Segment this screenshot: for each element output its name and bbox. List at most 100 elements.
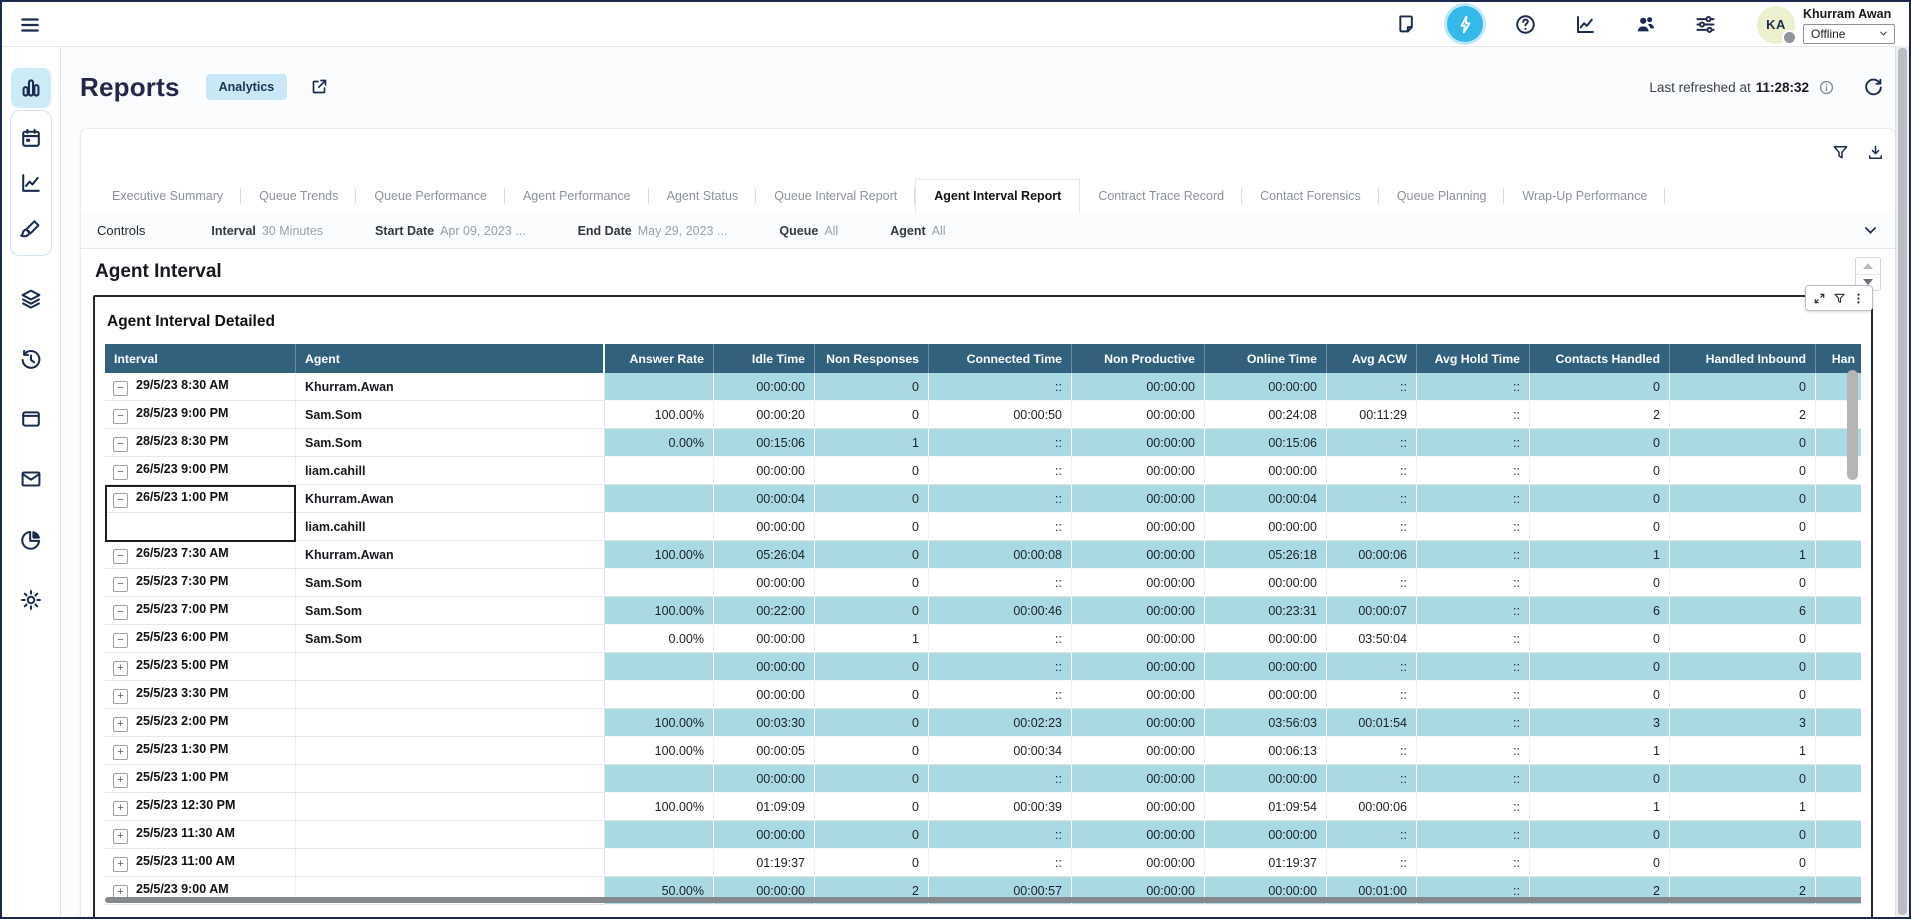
cell-contacts-handled[interactable]: 0 [1530,849,1670,877]
cell-answer-rate[interactable] [605,821,714,849]
expand-row-icon[interactable]: + [113,661,128,676]
cell-non-productive[interactable]: 00:00:00 [1072,457,1205,485]
cell-non-productive[interactable]: 00:00:00 [1072,541,1205,569]
notes-button[interactable] [1387,6,1423,42]
cell-handled-inbound[interactable]: 0 [1670,373,1816,401]
cell-handled-inbound[interactable]: 1 [1670,793,1816,821]
cell-answer-rate[interactable]: 0.00% [605,625,714,653]
filter-end-date[interactable]: End DateMay 29, 2023 ... [578,224,728,238]
cell-non-productive[interactable]: 00:00:00 [1072,821,1205,849]
cell-avg-acw[interactable]: :: [1327,485,1417,513]
cell-non-productive[interactable]: 00:00:00 [1072,849,1205,877]
expand-icon[interactable] [1813,292,1826,305]
cell-connected-time[interactable]: :: [929,653,1072,681]
expand-row-icon[interactable]: + [113,745,128,760]
tab-contact-forensics[interactable]: Contact Forensics [1242,179,1379,213]
cell-handled-inbound[interactable]: 1 [1670,737,1816,765]
cell-answer-rate[interactable] [605,765,714,793]
cell-handled-inbound[interactable]: 0 [1670,821,1816,849]
cell-non-responses[interactable]: 0 [815,653,929,681]
lightning-button[interactable] [1447,6,1483,42]
collapse-row-icon[interactable]: − [113,409,128,424]
collapse-row-icon[interactable]: − [113,493,128,508]
tab-agent-status[interactable]: Agent Status [649,179,757,213]
cell-contacts-handled[interactable]: 0 [1530,485,1670,513]
cell-online-time[interactable]: 01:19:37 [1205,849,1327,877]
table-vertical-scrollbar[interactable] [1847,370,1858,480]
column-header-non-responses[interactable]: Non Responses [815,344,929,373]
filter-queue[interactable]: QueueAll [779,224,838,238]
cell-idle-time[interactable]: 00:00:04 [714,485,815,513]
column-header-interval[interactable]: Interval [105,344,296,373]
cell-online-time[interactable]: 00:06:13 [1205,737,1327,765]
cell-agent[interactable]: liam.cahill [296,457,605,485]
cell-connected-time[interactable]: :: [929,765,1072,793]
tab-queue-planning[interactable]: Queue Planning [1379,179,1505,213]
cell-answer-rate[interactable] [605,849,714,877]
cell-avg-acw[interactable]: 00:00:06 [1327,541,1417,569]
cell-online-time[interactable]: 03:56:03 [1205,709,1327,737]
cell-answer-rate[interactable]: 100.00% [605,793,714,821]
tab-agent-performance[interactable]: Agent Performance [505,179,649,213]
cell-non-productive[interactable]: 00:00:00 [1072,373,1205,401]
cell-answer-rate[interactable]: 100.00% [605,597,714,625]
cell-agent[interactable] [296,681,605,709]
filter-agent[interactable]: AgentAll [890,224,945,238]
cell-interval[interactable]: +25/5/23 3:30 PM [105,681,296,709]
cell-avg-hold-time[interactable]: :: [1417,597,1530,625]
cell-han[interactable] [1816,653,1861,681]
collapse-row-icon[interactable]: − [113,549,128,564]
cell-idle-time[interactable]: 00:00:00 [714,653,815,681]
cell-avg-acw[interactable]: 00:11:29 [1327,401,1417,429]
cell-contacts-handled[interactable]: 0 [1530,457,1670,485]
sidebar-item-layers[interactable] [11,279,51,319]
cell-interval[interactable]: −26/5/23 9:00 PM [105,457,296,485]
cell-agent[interactable] [296,821,605,849]
cell-idle-time[interactable]: 00:00:05 [714,737,815,765]
cell-handled-inbound[interactable]: 0 [1670,569,1816,597]
cell-idle-time[interactable]: 00:00:00 [714,457,815,485]
cell-non-productive[interactable]: 00:00:00 [1072,625,1205,653]
expand-row-icon[interactable]: + [113,801,128,816]
filter-start-date[interactable]: Start DateApr 09, 2023 ... [375,224,526,238]
cell-connected-time[interactable]: :: [929,457,1072,485]
cell-answer-rate[interactable]: 100.00% [605,709,714,737]
cell-non-responses[interactable]: 0 [815,849,929,877]
cell-non-productive[interactable]: 00:00:00 [1072,653,1205,681]
cell-agent[interactable] [296,793,605,821]
users-button[interactable] [1627,6,1663,42]
help-button[interactable] [1507,6,1543,42]
cell-contacts-handled[interactable]: 0 [1530,513,1670,541]
cell-interval[interactable]: +25/5/23 11:00 AM [105,849,296,877]
cell-avg-acw[interactable]: :: [1327,429,1417,457]
cell-idle-time[interactable]: 00:00:00 [714,513,815,541]
cell-non-responses[interactable]: 0 [815,597,929,625]
cell-answer-rate[interactable] [605,513,714,541]
cell-connected-time[interactable]: :: [929,849,1072,877]
collapse-row-icon[interactable]: − [113,465,128,480]
cell-answer-rate[interactable] [605,681,714,709]
cell-connected-time[interactable]: :: [929,485,1072,513]
filter-interval[interactable]: Interval30 Minutes [211,224,323,238]
cell-agent[interactable] [296,765,605,793]
cell-avg-hold-time[interactable]: :: [1417,373,1530,401]
cell-han[interactable] [1816,625,1861,653]
cell-non-productive[interactable]: 00:00:00 [1072,597,1205,625]
cell-han[interactable] [1816,513,1861,541]
cell-non-productive[interactable]: 00:00:00 [1072,569,1205,597]
cell-online-time[interactable]: 00:00:00 [1205,457,1327,485]
cell-handled-inbound[interactable]: 0 [1670,485,1816,513]
avatar[interactable]: KA [1757,6,1795,44]
cell-avg-acw[interactable]: 03:50:04 [1327,625,1417,653]
cell-handled-inbound[interactable]: 3 [1670,709,1816,737]
cell-handled-inbound[interactable]: 1 [1670,541,1816,569]
cell-avg-hold-time[interactable]: :: [1417,457,1530,485]
cell-connected-time[interactable]: :: [929,429,1072,457]
cell-avg-hold-time[interactable]: :: [1417,401,1530,429]
cell-connected-time[interactable]: :: [929,513,1072,541]
column-header-idle-time[interactable]: Idle Time [714,344,815,373]
cell-non-productive[interactable]: 00:00:00 [1072,401,1205,429]
sidebar-item-window[interactable] [11,399,51,439]
cell-avg-hold-time[interactable]: :: [1417,681,1530,709]
column-header-contacts-handled[interactable]: Contacts Handled [1530,344,1670,373]
